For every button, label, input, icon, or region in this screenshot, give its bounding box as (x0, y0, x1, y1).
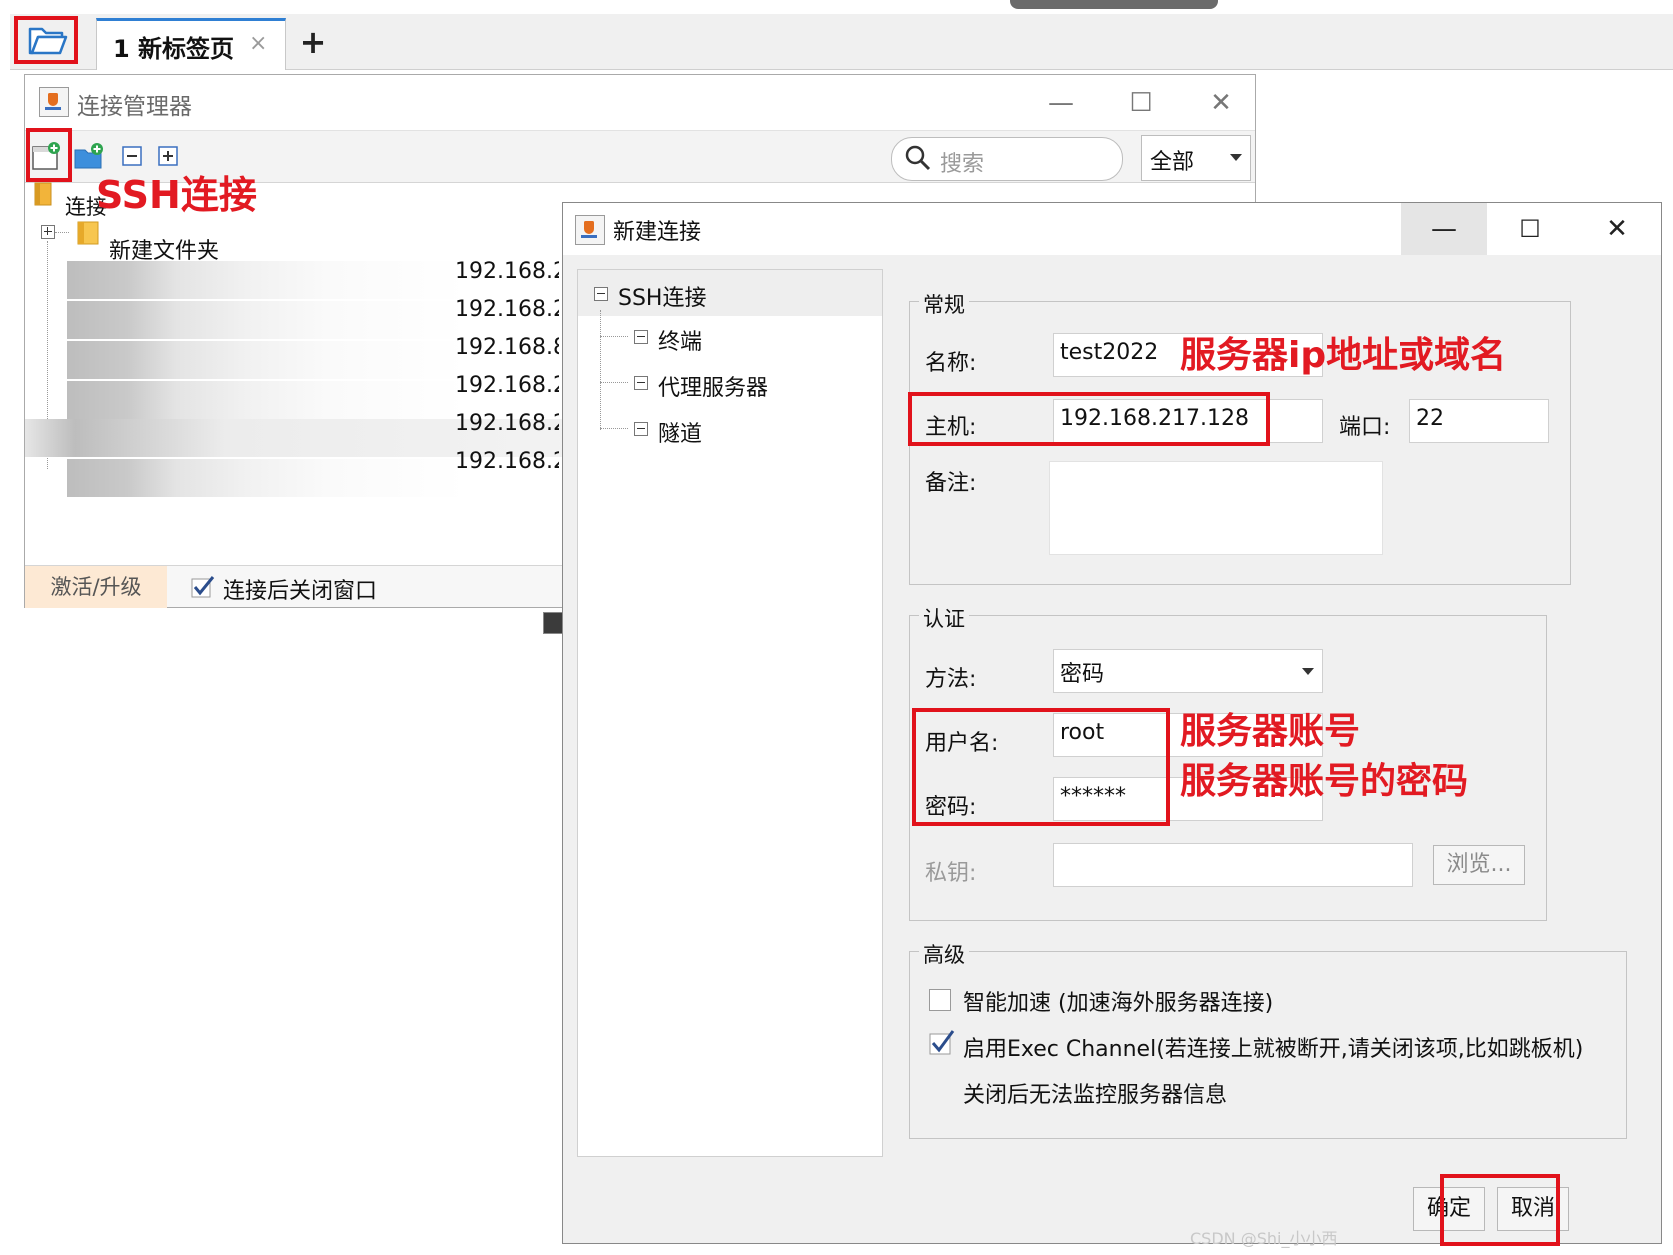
java-app-icon (575, 215, 605, 245)
ssh-connect-annotation: SSH连接 (96, 173, 257, 217)
manager-title: 连接管理器 (77, 94, 192, 120)
chevron-down-icon (1230, 154, 1242, 161)
connection-ip: 192.168.2 (455, 297, 559, 322)
filter-value: 全部 (1150, 150, 1195, 175)
auth-group-label: 认证 (919, 603, 969, 633)
host-highlight (908, 392, 1270, 446)
port-label: 端口: (1339, 415, 1391, 440)
dialog-maximize-button[interactable]: ☐ (1487, 203, 1573, 255)
manager-close-button[interactable]: ✕ (1201, 83, 1241, 123)
dialog-close-button[interactable]: ✕ (1573, 203, 1661, 255)
method-label: 方法: (925, 667, 977, 692)
connection-ip: 192.168.8 (455, 335, 559, 360)
connection-ip: 192.168.2 (455, 449, 559, 474)
tree-connector (55, 232, 69, 233)
private-key-label: 私钥: (925, 861, 977, 886)
tree-connector (600, 310, 601, 430)
tab-new-tab[interactable]: 1 新标签页 × (96, 18, 286, 70)
general-group-label: 常规 (919, 289, 969, 319)
connection-row-blurred[interactable] (67, 341, 467, 379)
expand-icon[interactable] (41, 225, 55, 239)
tree-connector (600, 336, 628, 337)
credentials-highlight (912, 708, 1170, 826)
manager-maximize-button[interactable]: ☐ (1121, 83, 1161, 123)
watermark: CSDN @Shi_小小西 (1190, 1229, 1338, 1248)
chevron-down-icon (1302, 668, 1314, 675)
manager-filter-select[interactable]: 全部 (1141, 135, 1251, 181)
smart-accel-label: 智能加速 (加速海外服务器连接) (963, 991, 1274, 1016)
tab-label: 1 新标签页 (113, 35, 235, 63)
java-app-icon (39, 87, 69, 117)
tree-label-ssh: SSH连接 (618, 286, 707, 311)
root-folder-icon (33, 181, 55, 207)
connection-row-blurred[interactable] (67, 261, 467, 299)
folder-button-highlight (14, 16, 78, 64)
dialog-title: 新建连接 (613, 220, 702, 245)
exec-channel-checkbox[interactable] (929, 1029, 957, 1057)
tree-item-tunnel[interactable]: 隧道 (658, 416, 702, 448)
connection-row-blurred[interactable] (67, 301, 467, 339)
exec-channel-note: 关闭后无法监控服务器信息 (963, 1083, 1228, 1108)
close-after-connect-label: 连接后关闭窗口 (223, 579, 378, 604)
account-annotation: 服务器账号 (1180, 711, 1361, 752)
browse-button: 浏览... (1433, 845, 1525, 885)
tree-connector (600, 428, 628, 429)
close-tab-icon[interactable]: × (249, 31, 267, 56)
tree-item-proxy[interactable]: 代理服务器 (658, 370, 768, 402)
note-textarea[interactable] (1049, 461, 1383, 555)
folder-icon (75, 219, 101, 247)
method-select[interactable]: 密码 (1053, 649, 1323, 693)
connection-ip: 192.168.2 (455, 411, 559, 436)
private-key-input (1053, 843, 1413, 887)
password-annotation: 服务器账号的密码 (1180, 761, 1469, 802)
checkmark-icon (929, 1030, 955, 1055)
node-icon (634, 376, 648, 390)
port-input[interactable]: 22 (1409, 399, 1549, 443)
node-icon (634, 330, 648, 344)
dialog-minimize-button[interactable]: — (1401, 203, 1487, 255)
collapse-icon[interactable] (594, 287, 608, 301)
tree-connector (600, 382, 628, 383)
tree-item-terminal[interactable]: 终端 (658, 324, 702, 356)
settings-tree: SSH连接 终端 代理服务器 隧道 (577, 269, 883, 1157)
name-label: 名称: (925, 351, 977, 376)
connection-ip: 192.168.2 (455, 373, 559, 398)
window-grip (1010, 0, 1218, 9)
note-label: 备注: (925, 471, 977, 496)
activate-upgrade-button[interactable]: 激活/升级 (25, 566, 167, 608)
advanced-group-label: 高级 (919, 939, 969, 969)
ok-highlight (1440, 1174, 1560, 1246)
smart-accel-checkbox[interactable] (929, 989, 951, 1011)
manager-titlebar: 连接管理器 — ☐ ✕ (25, 75, 1255, 131)
connection-row-blurred[interactable] (67, 459, 467, 497)
node-icon (634, 422, 648, 436)
close-after-connect-checkbox[interactable] (191, 576, 217, 604)
expand-plus (47, 227, 48, 235)
exec-channel-label: 启用Exec Channel(若连接上就被断开,请关闭该项,比如跳板机) (963, 1037, 1584, 1062)
search-icon (904, 144, 932, 176)
manager-minimize-button[interactable]: — (1041, 83, 1081, 123)
new-connection-highlight (26, 128, 72, 182)
checkmark-icon (191, 576, 215, 598)
manager-search-input[interactable]: 搜索 (891, 137, 1123, 181)
method-value: 密码 (1060, 662, 1105, 687)
add-tab-button[interactable]: + (296, 22, 330, 62)
connection-row-blurred[interactable] (67, 381, 467, 419)
search-placeholder: 搜索 (940, 152, 985, 177)
host-annotation: 服务器ip地址或域名 (1180, 335, 1507, 376)
connection-ip: 192.168.2 (455, 259, 559, 284)
dialog-titlebar: 新建连接 — ☐ ✕ (563, 203, 1661, 255)
